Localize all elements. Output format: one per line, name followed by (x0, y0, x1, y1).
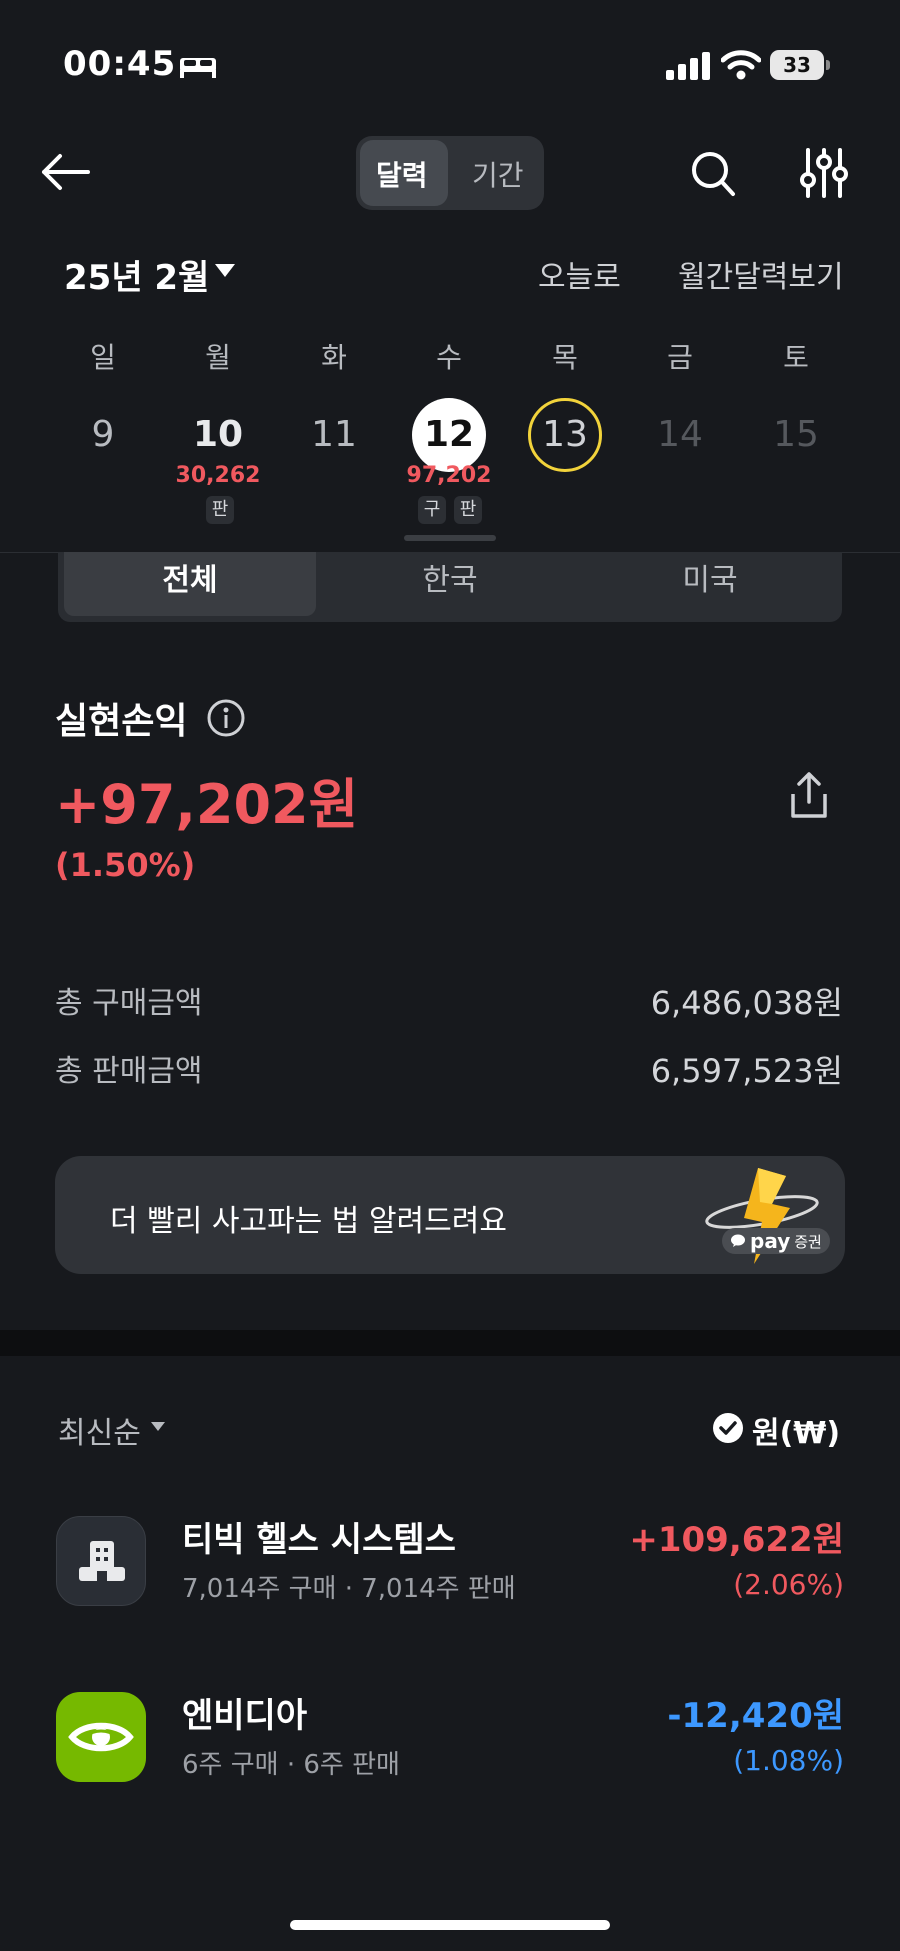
home-indicator[interactable] (290, 1920, 610, 1930)
back-arrow-icon[interactable] (38, 150, 92, 194)
promo-banner-text: 더 빨리 사고파는 법 알려드려요 (110, 1204, 507, 1239)
tab-usa[interactable]: 미국 (584, 555, 836, 599)
total-buy-label: 총 구매금액 (55, 986, 203, 1021)
tab-all[interactable]: 전체 (64, 555, 316, 599)
weekday-sun: 일 (90, 341, 116, 374)
company-logo (56, 1516, 146, 1606)
sleep-bed-icon (180, 58, 216, 78)
list-item[interactable]: 엔비디아 6주 구매 · 6주 판매 -12,420원 (1.08%) (0, 1672, 900, 1802)
day-pnl-mon: 30,262 (175, 463, 261, 488)
item-name: 엔비디아 (182, 1696, 308, 1736)
weekday-wed: 수 (436, 341, 462, 374)
buy-chip: 구 (418, 496, 446, 524)
currency-toggle[interactable]: 원(₩) (752, 1408, 840, 1452)
realized-pnl-percent: (1.50%) (55, 846, 196, 884)
caret-down-icon[interactable] (150, 1420, 166, 1432)
kakaopay-securities-badge: pay 증권 (722, 1228, 830, 1254)
screen: 00:45 33 달력 기간 25년 2월 오늘로 월간달력보기 일 월 화 수… (0, 0, 900, 1951)
total-buy-value: 6,486,038원 (650, 984, 843, 1022)
segment-calendar[interactable]: 달력 (376, 154, 428, 194)
securities-text: 증권 (794, 1232, 822, 1251)
realized-pnl-amount: +97,202원 (55, 773, 359, 836)
item-pnl-percent: (2.06%) (733, 1568, 844, 1601)
battery-level: 33 (770, 50, 824, 80)
share-icon[interactable] (787, 770, 831, 820)
sell-chip: 판 (206, 496, 234, 524)
weekday-thu: 목 (552, 341, 578, 374)
calendar-day-today[interactable]: 13 (528, 398, 602, 472)
wifi-icon (721, 50, 761, 80)
pay-text: pay (750, 1229, 791, 1253)
monthly-calendar-button[interactable]: 월간달력보기 (678, 252, 844, 296)
company-logo (56, 1692, 146, 1782)
check-circle-icon[interactable] (712, 1412, 744, 1444)
item-pnl-amount: -12,420원 (667, 1696, 844, 1736)
item-pnl-amount: +109,622원 (629, 1520, 844, 1560)
calendar-day[interactable]: 15 (759, 398, 833, 472)
section-divider (0, 1330, 900, 1356)
cellular-signal-icon (666, 52, 710, 80)
status-time: 00:45 (63, 44, 177, 84)
tab-korea[interactable]: 한국 (324, 555, 576, 599)
list-item[interactable]: 티빅 헬스 시스템스 7,014주 구매 · 7,014주 판매 +109,62… (0, 1496, 900, 1626)
total-sell-label: 총 판매금액 (55, 1054, 203, 1089)
sell-chip: 판 (454, 496, 482, 524)
item-pnl-percent: (1.08%) (733, 1744, 844, 1777)
caret-down-icon[interactable] (214, 262, 236, 278)
weekday-sat: 토 (783, 341, 809, 374)
weekday-tue: 화 (321, 341, 347, 374)
building-icon (79, 1541, 125, 1581)
info-icon[interactable] (206, 698, 246, 738)
item-trade-summary: 6주 구매 · 6주 판매 (182, 1750, 400, 1780)
item-trade-summary: 7,014주 구매 · 7,014주 판매 (182, 1574, 516, 1604)
speech-bubble-icon (731, 1234, 745, 1247)
calendar-day-selected[interactable]: 12 (412, 398, 486, 472)
battery-tip (826, 60, 830, 70)
item-name: 티빅 헬스 시스템스 (182, 1520, 456, 1560)
month-selector[interactable]: 25년 2월 (64, 250, 209, 299)
search-icon[interactable] (690, 150, 736, 198)
calendar-day[interactable]: 14 (643, 398, 717, 472)
total-sell-value: 6,597,523원 (650, 1052, 843, 1090)
go-today-button[interactable]: 오늘로 (538, 252, 621, 296)
filter-sliders-icon[interactable] (800, 148, 848, 198)
calendar-drag-handle[interactable] (404, 535, 496, 541)
nvidia-eye-icon (68, 1722, 134, 1752)
sort-dropdown[interactable]: 최신순 (58, 1408, 141, 1452)
calendar-day[interactable]: 10 (181, 398, 255, 472)
day-pnl-wed: 97,202 (406, 463, 492, 488)
calendar-day[interactable]: 9 (66, 398, 140, 472)
weekday-fri: 금 (667, 341, 693, 374)
weekday-mon: 월 (205, 341, 231, 374)
segment-period[interactable]: 기간 (472, 154, 524, 194)
calendar-day[interactable]: 11 (297, 398, 371, 472)
realized-pnl-title: 실현손익 (55, 701, 188, 742)
